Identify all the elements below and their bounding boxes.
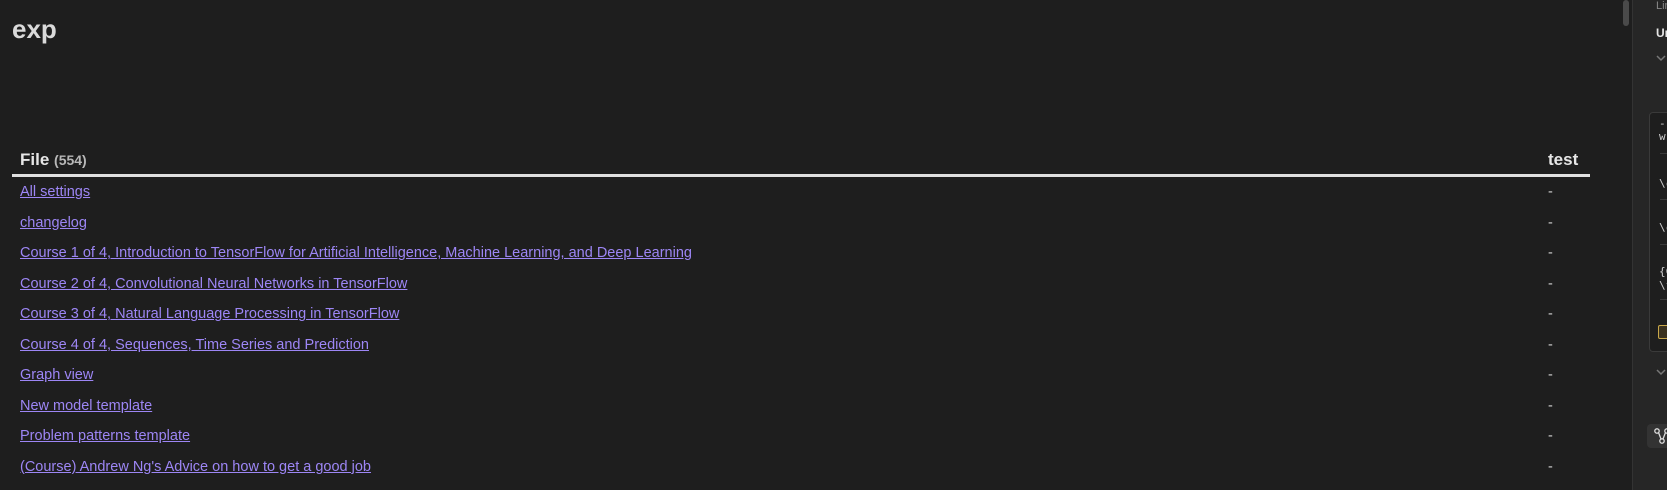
- divider: [1660, 244, 1667, 245]
- test-value-cell: -: [1548, 428, 1553, 445]
- divider: [1660, 153, 1667, 154]
- tag-icon[interactable]: [1658, 325, 1667, 339]
- sidebar-box-text: w: [1659, 130, 1666, 143]
- file-link[interactable]: All settings: [20, 184, 90, 200]
- table-row: Course 3 of 4, Natural Language Processi…: [12, 299, 1590, 330]
- file-link[interactable]: Course 1 of 4, Introduction to TensorFlo…: [20, 245, 692, 261]
- table-body: All settings - changelog - Course 1 of 4, In…: [12, 176, 1590, 483]
- file-cell: All settings: [12, 176, 1540, 208]
- table-row: changelog -: [12, 208, 1590, 239]
- page-title: exp: [12, 14, 57, 44]
- test-value-cell: -: [1548, 275, 1553, 292]
- file-cell: New model template: [12, 391, 1540, 422]
- sidebar-box-text: -: [1659, 117, 1666, 130]
- test-value-cell: -: [1548, 306, 1553, 323]
- table-row: Graph view -: [12, 360, 1590, 391]
- test-value-cell: -: [1548, 367, 1553, 384]
- table-row: (Course) Andrew Ng's Advice on how to ge…: [12, 452, 1590, 483]
- divider: [1660, 199, 1667, 200]
- file-link[interactable]: (Course) Andrew Ng's Advice on how to ge…: [20, 459, 371, 475]
- test-value-cell: -: [1548, 397, 1553, 414]
- column-header-test[interactable]: test: [1540, 146, 1590, 177]
- file-cell: (Course) Andrew Ng's Advice on how to ge…: [12, 452, 1540, 483]
- graph-view-button[interactable]: [1647, 424, 1667, 448]
- file-link[interactable]: New model template: [20, 398, 152, 414]
- file-link[interactable]: changelog: [20, 215, 87, 231]
- table-row: Problem patterns template -: [12, 421, 1590, 452]
- test-value-cell: -: [1548, 245, 1553, 262]
- sidebar-box-text: \c: [1659, 221, 1667, 234]
- table-header-row: File (554) test: [12, 146, 1590, 177]
- file-link[interactable]: Problem patterns template: [20, 428, 190, 444]
- table-row: Course 2 of 4, Convolutional Neural Netw…: [12, 269, 1590, 300]
- sidebar-box-text: \c: [1659, 177, 1667, 190]
- test-value-cell: -: [1548, 184, 1553, 201]
- file-link[interactable]: Course 2 of 4, Convolutional Neural Netw…: [20, 276, 407, 292]
- column-header-file[interactable]: File (554): [12, 146, 1540, 177]
- file-cell: Course 1 of 4, Introduction to TensorFlo…: [12, 238, 1540, 269]
- table-row: All settings -: [12, 176, 1590, 208]
- divider: [1660, 299, 1667, 300]
- scrollbar-thumb[interactable]: [1623, 0, 1629, 26]
- graph-icon: [1654, 428, 1667, 444]
- sidebar-heading: Un: [1656, 26, 1667, 40]
- sidebar-box-text: {C: [1659, 265, 1667, 278]
- file-cell: changelog: [12, 208, 1540, 239]
- file-cell: Course 3 of 4, Natural Language Processi…: [12, 299, 1540, 330]
- test-value-cell: -: [1548, 214, 1553, 231]
- file-cell: Graph view: [12, 360, 1540, 391]
- dataview-table: File (554) test All settings - changelog - C…: [12, 146, 1590, 482]
- table-row: New model template -: [12, 391, 1590, 422]
- file-link[interactable]: Course 3 of 4, Natural Language Processi…: [20, 306, 399, 322]
- file-link[interactable]: Course 4 of 4, Sequences, Time Series an…: [20, 337, 369, 353]
- table-row: Course 1 of 4, Introduction to TensorFlo…: [12, 238, 1590, 269]
- right-sidebar: Lin Un - w \c \c {C \f: [1632, 0, 1667, 490]
- sidebar-label: Lin: [1656, 0, 1667, 12]
- chevron-down-icon[interactable]: [1655, 52, 1667, 64]
- test-value-cell: -: [1548, 336, 1553, 353]
- sidebar-code-box: - w \c \c {C \f: [1649, 112, 1667, 352]
- file-cell: Course 4 of 4, Sequences, Time Series an…: [12, 330, 1540, 361]
- test-value-cell: -: [1548, 458, 1553, 475]
- main-content: exp File (554) test All settings - changel…: [0, 0, 1620, 490]
- sidebar-box-text: \f: [1659, 279, 1667, 292]
- table-row: Course 4 of 4, Sequences, Time Series an…: [12, 330, 1590, 361]
- column-header-file-label: File: [20, 150, 50, 169]
- file-cell: Problem patterns template: [12, 421, 1540, 452]
- file-link[interactable]: Graph view: [20, 367, 93, 383]
- file-count: (554): [54, 152, 87, 168]
- file-cell: Course 2 of 4, Convolutional Neural Netw…: [12, 269, 1540, 300]
- chevron-down-icon[interactable]: [1655, 366, 1667, 378]
- scrollbar-track[interactable]: [1620, 0, 1632, 490]
